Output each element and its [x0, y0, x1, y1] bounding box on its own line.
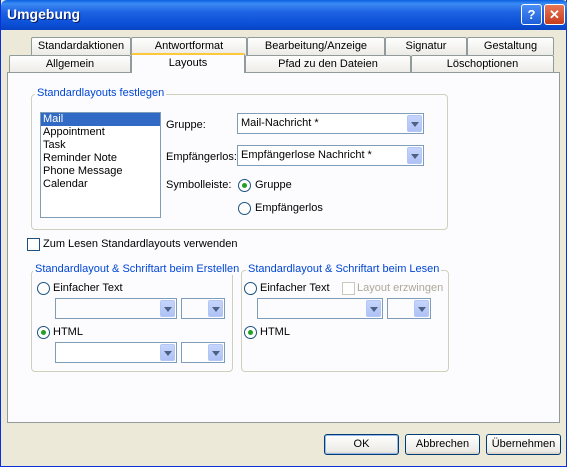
- tab-signatur[interactable]: Signatur: [385, 37, 467, 55]
- read-layout-legend: Standardlayout & Schriftart beim Lesen: [246, 263, 442, 275]
- toolbar-radio-empfaengerlos[interactable]: [238, 202, 251, 215]
- recipients-select[interactable]: Empfängerlose Nachricht *: [237, 145, 424, 166]
- create-layout-legend: Standardlayout & Schriftart beim Erstell…: [33, 263, 242, 275]
- chevron-down-icon[interactable]: [160, 300, 175, 317]
- read-default-layouts-checkbox[interactable]: [27, 238, 40, 251]
- create-plain-size-select[interactable]: [181, 298, 225, 319]
- create-html-size-select[interactable]: [181, 342, 225, 363]
- help-button[interactable]: ?: [521, 4, 542, 25]
- chevron-down-icon[interactable]: [160, 344, 175, 361]
- cancel-button[interactable]: Abbrechen: [405, 434, 480, 455]
- toolbar-label: Symbolleiste:: [166, 179, 232, 191]
- read-plain-font-select[interactable]: [257, 298, 383, 319]
- standard-layouts-legend: Standardlayouts festlegen: [35, 87, 167, 99]
- list-item-reminder-note[interactable]: Reminder Note: [41, 152, 160, 165]
- list-item-mail[interactable]: Mail: [41, 113, 160, 126]
- chevron-down-icon[interactable]: [414, 300, 429, 317]
- chevron-down-icon[interactable]: [208, 344, 223, 361]
- toolbar-radio-gruppe[interactable]: [238, 179, 251, 192]
- force-layout-label: Layout erzwingen: [357, 282, 444, 294]
- recipients-select-value: Empfängerlose Nachricht *: [241, 149, 372, 161]
- chevron-down-icon[interactable]: [366, 300, 381, 317]
- read-default-layouts-label: Zum Lesen Standardlayouts verwenden: [43, 238, 238, 250]
- force-layout-checkbox[interactable]: [342, 282, 355, 295]
- layout-listbox[interactable]: Mail Appointment Task Reminder Note Phon…: [40, 112, 161, 218]
- create-radio-html[interactable]: [37, 326, 50, 339]
- create-plain-font-select[interactable]: [55, 298, 177, 319]
- tab-standardaktionen[interactable]: Standardaktionen: [31, 37, 131, 55]
- options-dialog: Umgebung ? ✕ Standardaktionen Antwortfor…: [0, 0, 567, 467]
- read-html-label: HTML: [260, 326, 290, 338]
- chevron-down-icon[interactable]: [407, 147, 422, 164]
- chevron-down-icon[interactable]: [208, 300, 223, 317]
- list-item-task[interactable]: Task: [41, 139, 160, 152]
- read-plain-text-label: Einfacher Text: [260, 282, 330, 294]
- read-radio-plain-text[interactable]: [244, 282, 257, 295]
- close-button[interactable]: ✕: [544, 4, 565, 25]
- tab-pfad-zu-den-dateien[interactable]: Pfad zu den Dateien: [245, 55, 411, 73]
- group-label: Gruppe:: [166, 119, 206, 131]
- create-radio-plain-text[interactable]: [37, 282, 50, 295]
- list-item-appointment[interactable]: Appointment: [41, 126, 160, 139]
- create-plain-text-label: Einfacher Text: [53, 282, 123, 294]
- chevron-down-icon[interactable]: [407, 115, 422, 132]
- recipients-label: Empfängerlos:: [166, 151, 237, 163]
- read-radio-html[interactable]: [244, 326, 257, 339]
- list-item-calendar[interactable]: Calendar: [41, 178, 160, 191]
- group-select-value: Mail-Nachricht *: [241, 117, 319, 129]
- tab-allgemein[interactable]: Allgemein: [9, 55, 131, 73]
- create-html-font-select[interactable]: [55, 342, 177, 363]
- tab-loeschoptionen[interactable]: Löschoptionen: [411, 55, 554, 73]
- read-plain-size-select[interactable]: [387, 298, 431, 319]
- toolbar-radio-empfaengerlos-label: Empfängerlos: [255, 202, 323, 214]
- tab-bearbeitung-anzeige[interactable]: Bearbeitung/Anzeige: [247, 37, 385, 55]
- apply-button[interactable]: Übernehmen: [486, 434, 561, 455]
- tab-layouts[interactable]: Layouts: [131, 53, 245, 73]
- list-item-phone-message[interactable]: Phone Message: [41, 165, 160, 178]
- title-bar: Umgebung ? ✕: [1, 0, 567, 30]
- create-html-label: HTML: [53, 326, 83, 338]
- toolbar-radio-gruppe-label: Gruppe: [255, 179, 292, 191]
- ok-button[interactable]: OK: [324, 434, 399, 455]
- tab-gestaltung[interactable]: Gestaltung: [467, 37, 554, 55]
- group-select[interactable]: Mail-Nachricht *: [237, 113, 424, 134]
- window-title: Umgebung: [7, 6, 81, 22]
